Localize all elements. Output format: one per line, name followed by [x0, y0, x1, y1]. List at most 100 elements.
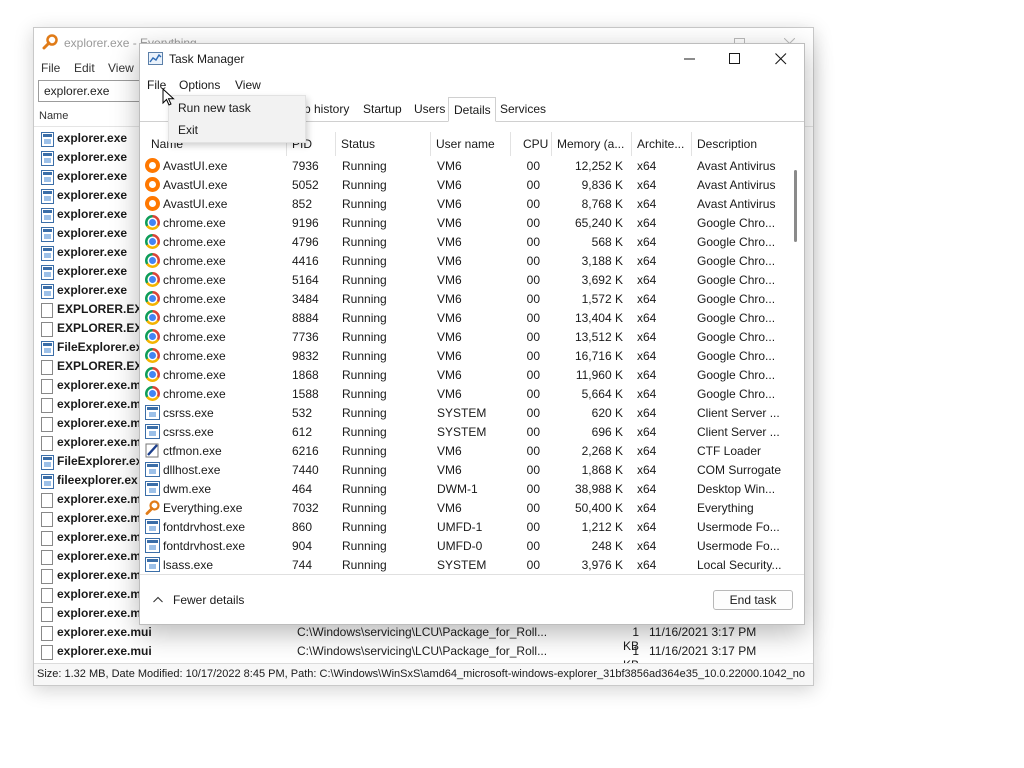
- menu-options[interactable]: Options: [179, 78, 220, 92]
- scrollbar-thumb[interactable]: [794, 170, 797, 242]
- process-name: chrome.exe: [163, 311, 226, 325]
- process-row[interactable]: chrome.exe 4796 Running VM6 00 568 K x64 Google…: [140, 232, 788, 251]
- process-row[interactable]: chrome.exe 1868 Running VM6 00 11,960 K x64 Goo…: [140, 365, 788, 384]
- process-description: COM Surrogate: [697, 463, 782, 477]
- process-row[interactable]: ctfmon.exe 6216 Running VM6 00 2,268 K x64 CTF …: [140, 441, 788, 460]
- column-description[interactable]: Description: [691, 132, 788, 156]
- tab-label: Details: [454, 103, 491, 117]
- process-row[interactable]: Everything.exe 7032 Running VM6 00 50,400 K x6…: [140, 498, 788, 517]
- process-row[interactable]: chrome.exe 8884 Running VM6 00 13,404 K x64 Goo…: [140, 308, 788, 327]
- process-memory: 38,988 K: [574, 482, 623, 496]
- process-description: CTF Loader: [697, 444, 762, 458]
- process-cpu: 00: [526, 482, 540, 496]
- process-user: DWM-1: [437, 482, 478, 496]
- chevron-up-icon: [153, 596, 163, 603]
- column-user-name[interactable]: User name: [430, 132, 510, 156]
- chrome-icon: [145, 234, 160, 249]
- process-row[interactable]: fontdrvhost.exe 860 Running UMFD-1 00 1,212 K…: [140, 517, 788, 536]
- process-name: csrss.exe: [163, 406, 214, 420]
- process-row[interactable]: dllhost.exe 7440 Running VM6 00 1,868 K x64 COM…: [140, 460, 788, 479]
- everything-result-row[interactable]: explorer.exe.mui C:\Windows\servicing\LCU…: [34, 623, 813, 653]
- process-status: Running: [342, 501, 387, 515]
- process-name: dwm.exe: [163, 482, 212, 496]
- process-list-scrollbar[interactable]: [790, 156, 802, 574]
- chrome-icon: [145, 348, 160, 363]
- process-status: Running: [342, 482, 387, 496]
- process-name: chrome.exe: [163, 349, 226, 363]
- process-architecture: x64: [637, 159, 657, 173]
- everything-result-name: explorer.exe: [57, 226, 128, 240]
- column-architecture[interactable]: Archite...: [631, 132, 691, 156]
- column-status[interactable]: Status: [335, 132, 430, 156]
- process-row[interactable]: AvastUI.exe 7936 Running VM6 00 12,252 K x64 Av…: [140, 156, 788, 175]
- everything-result-name: explorer.exe: [57, 264, 128, 278]
- column-cpu[interactable]: CPU: [510, 132, 551, 156]
- close-button[interactable]: [758, 44, 804, 74]
- tab-label: Services: [500, 102, 547, 116]
- process-architecture: x64: [637, 425, 657, 439]
- process-architecture: x64: [637, 349, 657, 363]
- menu-item-exit[interactable]: Exit: [178, 123, 198, 137]
- everything-menu-view[interactable]: View: [108, 61, 134, 75]
- process-status: Running: [342, 368, 387, 382]
- process-row[interactable]: chrome.exe 4416 Running VM6 00 3,188 K x64 Goog…: [140, 251, 788, 270]
- process-row[interactable]: csrss.exe 612 Running SYSTEM 00 696 K x64 Clien…: [140, 422, 788, 441]
- process-status: Running: [342, 387, 387, 401]
- app-icon: [145, 538, 160, 553]
- process-user: VM6: [437, 501, 462, 515]
- maximize-button[interactable]: [712, 44, 758, 74]
- column-label: Status: [341, 137, 376, 151]
- process-row[interactable]: dwm.exe 464 Running DWM-1 00 38,988 K x64 Deskt…: [140, 479, 788, 498]
- process-pid: 744: [292, 558, 313, 572]
- menu-item-run-new-task[interactable]: Run new task: [178, 101, 251, 115]
- app-icon: [41, 474, 54, 489]
- process-cpu: 00: [526, 178, 540, 192]
- everything-menu-edit[interactable]: Edit: [74, 61, 95, 75]
- everything-menu-file[interactable]: File: [41, 61, 60, 75]
- process-name: AvastUI.exe: [163, 159, 228, 173]
- process-user: VM6: [437, 273, 462, 287]
- process-row[interactable]: chrome.exe 1588 Running VM6 00 5,664 K x64 Goog…: [140, 384, 788, 403]
- process-architecture: x64: [637, 558, 657, 572]
- everything-result-name: explorer.exe.m: [57, 378, 142, 392]
- tab-details[interactable]: Details: [448, 97, 496, 122]
- everything-result-row[interactable]: explorer.exe.mui C:\Windows\servicing\LCU…: [34, 642, 813, 672]
- process-row[interactable]: fontdrvhost.exe 904 Running UMFD-0 00 248 K x6…: [140, 536, 788, 555]
- column-memory[interactable]: Memory (a...: [551, 132, 631, 156]
- everything-result-name: explorer.exe.m: [57, 587, 142, 601]
- process-row[interactable]: csrss.exe 532 Running SYSTEM 00 620 K x64 Clien…: [140, 403, 788, 422]
- process-row[interactable]: lsass.exe 744 Running SYSTEM 00 3,976 K x64 Loc…: [140, 555, 788, 574]
- minimize-button[interactable]: [667, 44, 713, 74]
- process-row[interactable]: chrome.exe 5164 Running VM6 00 3,692 K x64 Goog…: [140, 270, 788, 289]
- tab-app-history[interactable]: p history: [300, 97, 356, 120]
- process-status: Running: [342, 197, 387, 211]
- process-architecture: x64: [637, 463, 657, 477]
- document-icon: [41, 303, 53, 318]
- process-row[interactable]: chrome.exe 9832 Running VM6 00 16,716 K x64 Goo…: [140, 346, 788, 365]
- everything-result-name: explorer.exe.mui: [57, 625, 152, 639]
- process-cpu: 00: [526, 159, 540, 173]
- tab-startup[interactable]: Startup: [357, 97, 407, 120]
- process-description: Desktop Win...: [697, 482, 776, 496]
- everything-result-name: explorer.exe.m: [57, 530, 142, 544]
- process-description: Avast Antivirus: [697, 197, 776, 211]
- everything-column-name[interactable]: Name: [39, 110, 68, 122]
- end-task-button[interactable]: End task: [713, 590, 793, 610]
- process-user: VM6: [437, 349, 462, 363]
- process-status: Running: [342, 463, 387, 477]
- process-description: Google Chro...: [697, 216, 776, 230]
- process-row[interactable]: AvastUI.exe 5052 Running VM6 00 9,836 K x64 Ava…: [140, 175, 788, 194]
- process-row[interactable]: AvastUI.exe 852 Running VM6 00 8,768 K x64 Avas…: [140, 194, 788, 213]
- process-row[interactable]: chrome.exe 3484 Running VM6 00 1,572 K x64 Goog…: [140, 289, 788, 308]
- everything-result-name: FileExplorer.ex: [57, 340, 143, 354]
- process-row[interactable]: chrome.exe 7736 Running VM6 00 13,512 K x64 Goo…: [140, 327, 788, 346]
- process-status: Running: [342, 292, 387, 306]
- process-status: Running: [342, 159, 387, 173]
- tab-services[interactable]: Services: [495, 97, 547, 120]
- process-user: VM6: [437, 463, 462, 477]
- tab-users[interactable]: Users: [408, 97, 446, 120]
- task-manager-title-bar[interactable]: Task Manager: [140, 44, 804, 75]
- process-row[interactable]: chrome.exe 9196 Running VM6 00 65,240 K x64 Goo…: [140, 213, 788, 232]
- app-icon: [41, 265, 54, 280]
- menu-view[interactable]: View: [235, 78, 261, 92]
